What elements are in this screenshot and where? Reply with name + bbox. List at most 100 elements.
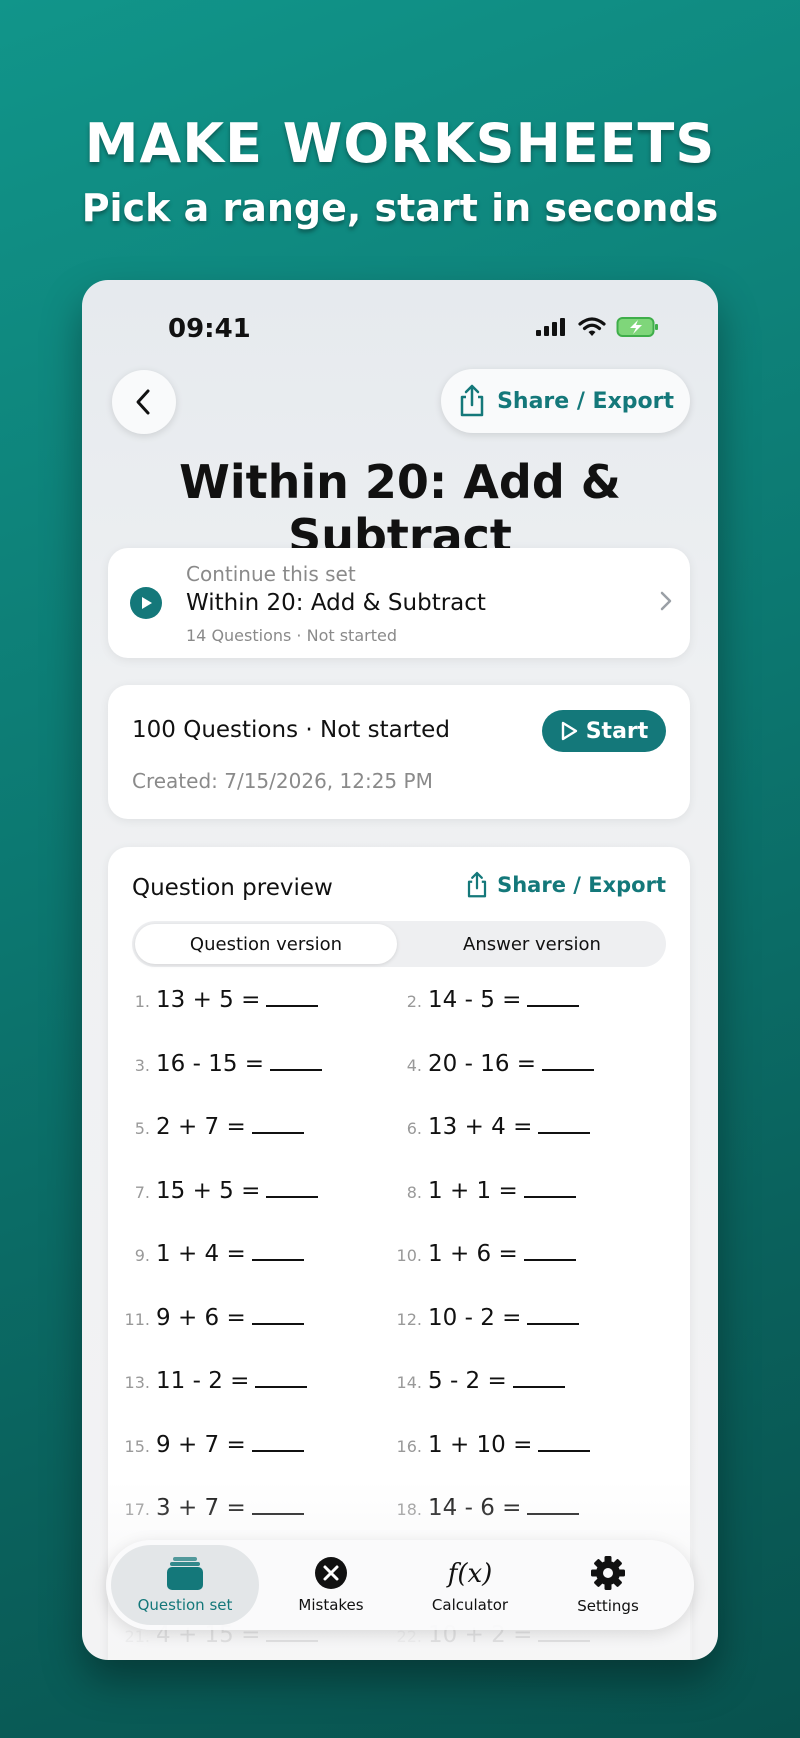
question-item: 16. 1 + 10 =: [388, 1431, 591, 1458]
question-number: 5.: [134, 1119, 150, 1138]
phone-screen: 09:41 Share / Export Within 20: Add & Su…: [82, 280, 718, 1660]
question-preview-card: Question preview Share / Export Question…: [108, 847, 690, 1660]
question-number: 13.: [124, 1373, 150, 1392]
battery-charging-icon: [616, 317, 658, 337]
answer-blank: [523, 1257, 576, 1261]
answer-blank: [266, 1194, 319, 1198]
continue-meta: 14 Questions · Not started: [186, 626, 397, 645]
question-expression: 14 - 6 =: [428, 1495, 522, 1521]
question-item: 9. 1 + 4 =: [116, 1241, 304, 1267]
stack-icon: [167, 1557, 203, 1590]
share-icon: [467, 871, 487, 898]
created-date: Created: 7/15/2026, 12:25 PM: [132, 769, 433, 793]
question-expression: 13 + 4 =: [428, 1114, 533, 1140]
question-number: 16.: [396, 1436, 422, 1456]
question-item: 10. 1 + 6 =: [388, 1241, 576, 1267]
tab-label: Settings: [577, 1597, 639, 1615]
answer-blank: [251, 1130, 304, 1134]
question-expression: 1 + 10 =: [428, 1431, 533, 1458]
question-number: 1.: [134, 992, 150, 1011]
question-number: 2.: [406, 992, 422, 1011]
question-expression: 3 + 7 =: [156, 1495, 246, 1521]
play-circle-icon: [130, 587, 162, 619]
question-number: 11.: [124, 1309, 150, 1329]
question-expression: 20 - 16 =: [428, 1050, 537, 1077]
answer-blank: [527, 1003, 580, 1007]
question-expression: 11 - 2 =: [156, 1368, 250, 1394]
answer-blank: [538, 1130, 591, 1134]
preview-share-label: Share / Export: [497, 873, 666, 897]
tab-settings[interactable]: Settings: [534, 1545, 682, 1625]
share-icon: [460, 384, 484, 417]
question-item: 3. 16 - 15 =: [116, 1050, 323, 1077]
question-expression: 10 - 2 =: [428, 1304, 522, 1331]
gear-icon: [591, 1556, 625, 1590]
question-expression: 1 + 1 =: [428, 1177, 518, 1204]
svg-text:f(x): f(x): [446, 1559, 492, 1589]
question-expression: 13 + 5 =: [156, 987, 261, 1013]
back-button[interactable]: [112, 370, 176, 434]
question-number: 6.: [406, 1119, 422, 1138]
preview-share-export-button[interactable]: Share / Export: [465, 871, 666, 899]
answer-blank: [527, 1511, 580, 1515]
question-item: 8. 1 + 1 =: [388, 1178, 576, 1204]
question-number: 21.: [124, 1627, 150, 1646]
start-label: Start: [585, 718, 649, 744]
question-expression: 5 - 2 =: [428, 1368, 507, 1394]
tab-question-version[interactable]: Question version: [135, 924, 397, 964]
answer-blank: [251, 1511, 304, 1515]
tab-mistakes[interactable]: Mistakes: [257, 1545, 405, 1625]
answer-blank: [270, 1067, 323, 1071]
version-segmented-control: Question version Answer version: [132, 921, 666, 967]
question-item: 2. 14 - 5 =: [388, 987, 580, 1013]
question-expression: 16 - 15 =: [156, 1050, 265, 1077]
share-export-button[interactable]: Share / Export: [441, 369, 690, 433]
question-item: 11. 9 + 6 =: [116, 1305, 304, 1331]
question-item: 6. 13 + 4 =: [388, 1114, 591, 1140]
question-item: 7. 15 + 5 =: [116, 1177, 319, 1204]
question-number: 14.: [396, 1373, 422, 1392]
answer-blank: [527, 1321, 580, 1325]
continue-title: Within 20: Add & Subtract: [186, 590, 486, 616]
tab-calculator[interactable]: f(x) Calculator: [396, 1545, 544, 1625]
question-item: 12. 10 - 2 =: [388, 1304, 580, 1331]
start-button[interactable]: Start: [542, 710, 666, 752]
question-number: 15.: [124, 1436, 150, 1456]
question-expression: 14 - 5 =: [428, 987, 522, 1013]
continue-set-card[interactable]: Continue this set Within 20: Add & Subtr…: [108, 548, 690, 658]
question-number: 8.: [406, 1182, 422, 1202]
answer-blank: [523, 1194, 576, 1198]
answer-blank: [542, 1067, 595, 1071]
tab-label: Mistakes: [298, 1596, 364, 1614]
play-outline-icon: [561, 721, 577, 741]
question-expression: 1 + 4 =: [156, 1241, 246, 1267]
question-item: 15. 9 + 7 =: [116, 1432, 304, 1458]
tab-bar: Question set Mistakes f(x) Calculator Se…: [106, 1540, 694, 1630]
question-item: 1. 13 + 5 =: [116, 987, 319, 1013]
question-number: 7.: [134, 1182, 150, 1202]
continue-kicker: Continue this set: [186, 562, 356, 586]
question-item: 18. 14 - 6 =: [388, 1495, 580, 1521]
question-number: 3.: [134, 1055, 150, 1075]
answer-blank: [255, 1384, 308, 1388]
question-item: 13. 11 - 2 =: [116, 1368, 308, 1394]
hero-title: MAKE WORKSHEETS: [84, 112, 716, 175]
question-number: 17.: [124, 1500, 150, 1519]
question-number: 4.: [406, 1055, 422, 1075]
set-summary: 100 Questions · Not started: [132, 717, 450, 743]
question-number: 9.: [134, 1246, 150, 1265]
question-item: 14. 5 - 2 =: [388, 1368, 565, 1394]
question-item: 5. 2 + 7 =: [116, 1114, 304, 1140]
chevron-right-icon: [660, 590, 672, 618]
question-expression: 9 + 6 =: [156, 1304, 246, 1331]
tab-answer-version[interactable]: Answer version: [401, 924, 663, 964]
question-expression: 15 + 5 =: [156, 1177, 261, 1204]
question-expression: 1 + 6 =: [428, 1241, 518, 1267]
question-expression: 2 + 7 =: [156, 1114, 246, 1140]
tab-label: Question set: [137, 1596, 233, 1614]
tab-question-set[interactable]: Question set: [111, 1545, 259, 1625]
status-time: 09:41: [168, 314, 251, 344]
question-expression: 9 + 7 =: [156, 1431, 246, 1458]
wifi-icon: [578, 317, 606, 336]
answer-blank: [266, 1003, 319, 1007]
